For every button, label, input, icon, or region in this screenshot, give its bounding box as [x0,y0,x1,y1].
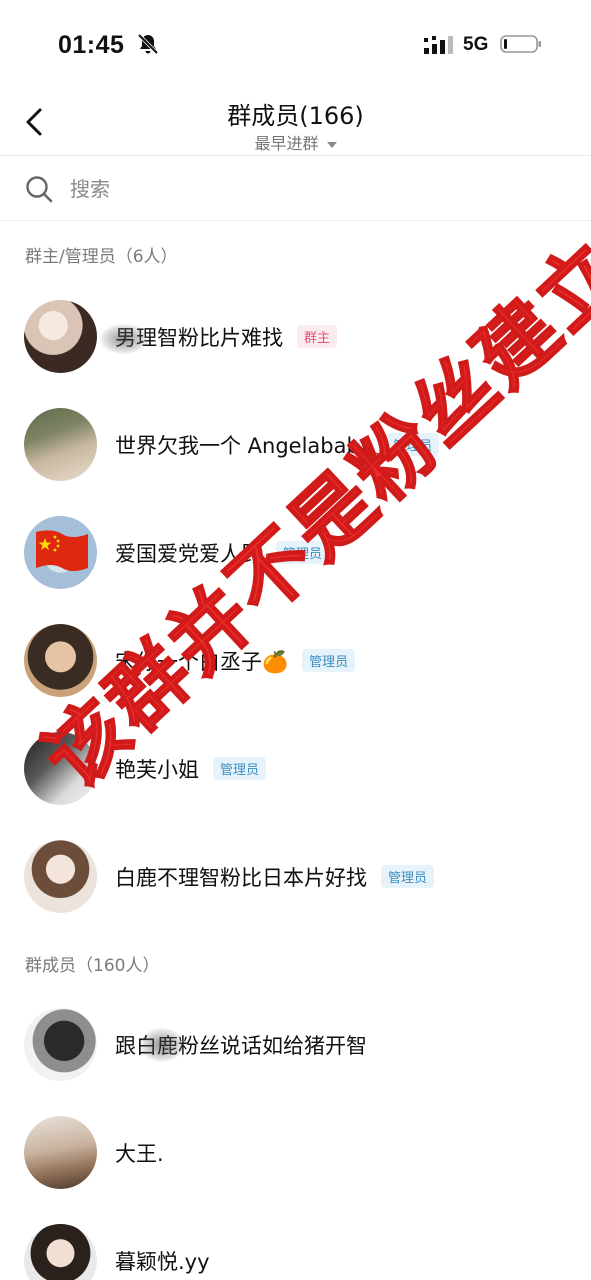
status-bar: 01:45 5G [0,0,591,88]
signal-icon [424,36,453,54]
avatar [24,1116,97,1189]
avatar [24,408,97,481]
owner-badge: 群主 [297,325,338,348]
avatar [24,840,97,913]
search-bar [0,157,591,221]
sort-dropdown[interactable]: 最早进群 [0,130,591,154]
member-row[interactable]: 大王. [0,1108,591,1208]
admin-badge: 管理员 [302,649,356,672]
china-flag-icon [36,530,88,571]
member-name: 男理智粉比片难找 群主 [115,322,338,352]
member-name: 暮颖悦.yy [115,1250,210,1274]
sort-label: 最早进群 [254,134,319,153]
bell-muted-icon [137,33,159,55]
page-title: 群成员(166) [227,102,364,130]
member-name: 大王. [115,1142,164,1166]
search-icon [26,176,53,203]
avatar [24,300,97,373]
avatar [24,516,97,589]
section-header-members: 群成员（160人） [25,956,160,976]
member-row[interactable]: 白鹿不理智粉比日本片好找 管理员 [0,832,591,932]
admin-badge: 管理员 [213,757,267,780]
group-members-screen: 01:45 5G 群成员(166) 最早进群 搜索 群主/管理员（6人） 男理智… [0,0,591,1280]
battery-icon [500,35,541,53]
caret-down-icon [326,141,337,148]
section-header-admins: 群主/管理员（6人） [25,247,178,267]
member-row[interactable]: 跟白鹿粉丝说话如给猪开智 [0,1000,591,1100]
nav-bar: 群成员(166) 最早进群 [0,88,591,156]
admin-badge: 管理员 [381,865,435,888]
search-input[interactable] [70,171,550,207]
avatar [24,1224,97,1280]
blur-overlay [100,324,148,354]
network-label: 5G [463,34,489,55]
status-time: 01:45 [58,31,125,59]
member-name: 白鹿不理智粉比日本片好找 管理员 [115,862,435,892]
blur-overlay [140,1028,184,1062]
avatar [24,1008,97,1081]
member-row[interactable]: 暮颖悦.yy [0,1216,591,1280]
